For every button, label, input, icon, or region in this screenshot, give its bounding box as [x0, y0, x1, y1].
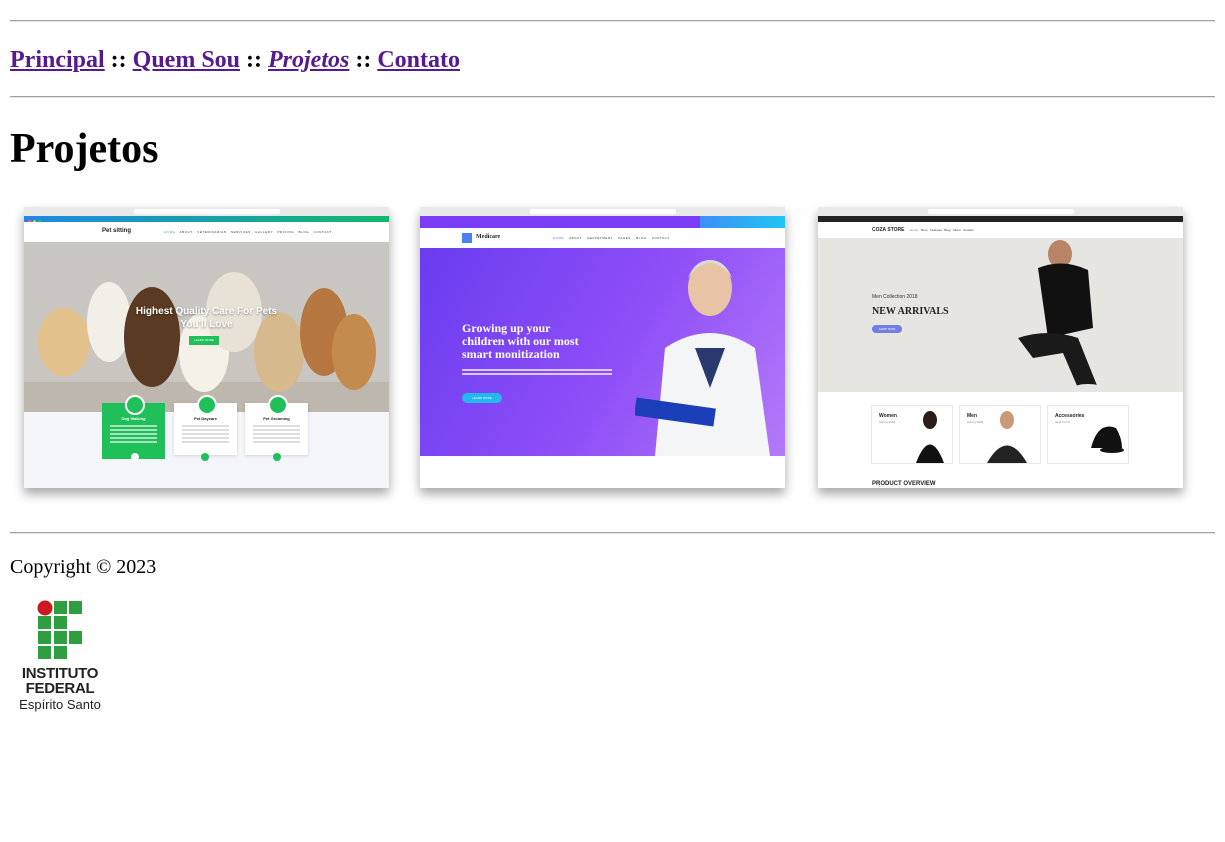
browser-bar — [24, 207, 389, 223]
category-subtitle: New Trend — [1055, 420, 1070, 424]
service-card-title: Dog Walking — [121, 416, 146, 421]
project-logo: COZA STORE — [872, 227, 905, 233]
project-logo: Pet sitting — [102, 228, 132, 234]
model-image — [1018, 240, 1102, 392]
nav-link-contato[interactable]: Contato — [377, 47, 460, 73]
browser-bar — [420, 207, 785, 223]
service-card-title: Pet Grooming — [263, 416, 290, 421]
nav-separator: :: — [110, 47, 127, 73]
nav-link-principal[interactable]: Principal — [10, 47, 105, 73]
service-card-pet-grooming[interactable]: Pet Grooming — [245, 395, 308, 455]
nav-separator: :: — [246, 47, 262, 73]
section-heading: PRODUCT OVERVIEW — [872, 481, 936, 487]
copyright-text: Copyright © 2023 — [10, 556, 157, 578]
hero-shop-now-button[interactable]: SHOP NOW — [872, 325, 902, 333]
hero-subtitle: Men Collection 2018 — [872, 294, 918, 300]
project-thumbnail-medicare[interactable]: Medicare HOME ABOUT DEPARTMENT PAGES BLO… — [420, 207, 785, 488]
ifes-logo: INSTITUTO FEDERAL Espírito Santo — [13, 600, 108, 715]
category-subtitle: Spring 2018 — [879, 420, 896, 424]
main-nav: Principal :: Quem Sou :: Projetos :: Con… — [10, 44, 460, 76]
category-title: Men — [967, 413, 977, 419]
category-card-men[interactable]: Men Spring 2018 — [959, 405, 1041, 464]
category-subtitle: Spring 2018 — [967, 420, 984, 424]
category-card-women[interactable]: Women Spring 2018 — [871, 405, 953, 464]
nav-separator: :: — [355, 47, 372, 73]
footer-divider — [10, 532, 1215, 534]
doctor-image — [635, 260, 770, 456]
ifes-logo-mark — [37, 600, 82, 659]
nav-link-projetos[interactable]: Projetos — [268, 47, 349, 73]
project-thumbnail-coza-store[interactable]: COZA STORE Home Shop Features Blog About… — [818, 207, 1183, 488]
hero-learn-more-button[interactable]: LEARN MORE — [462, 393, 502, 403]
service-card-title: Pet Daycare — [194, 416, 217, 421]
category-title: Accessories — [1055, 413, 1085, 419]
logo-text-federal: FEDERAL — [25, 680, 95, 697]
project-logo: Medicare — [476, 234, 501, 240]
page-title: Projetos — [10, 126, 159, 172]
hero-heading-line1: Highest Quality Care For Pets — [135, 306, 278, 317]
top-divider — [10, 20, 1215, 22]
browser-bar — [818, 207, 1183, 223]
project-thumbnail-pet-sitting[interactable]: Pet sitting HOME ABOUT VETERINARIAN SERV… — [24, 207, 389, 488]
hero-heading-line3: smart monitization — [462, 347, 560, 361]
service-card-dog-walking[interactable]: Dog Walking — [102, 395, 165, 459]
nav-link-quem-sou[interactable]: Quem Sou — [133, 47, 240, 73]
hero-title: NEW ARRIVALS — [872, 306, 949, 317]
logo-text-espirito-santo: Espírito Santo — [19, 697, 101, 712]
category-title: Women — [879, 413, 897, 419]
hero-heading-line2: You'll Love — [180, 319, 233, 330]
service-card-pet-daycare[interactable]: Pet Daycare — [174, 395, 237, 455]
nav-divider — [10, 96, 1215, 98]
category-card-accessories[interactable]: Accessories New Trend — [1047, 405, 1129, 464]
hero-learn-more-button[interactable]: LEARN MORE — [189, 336, 219, 345]
